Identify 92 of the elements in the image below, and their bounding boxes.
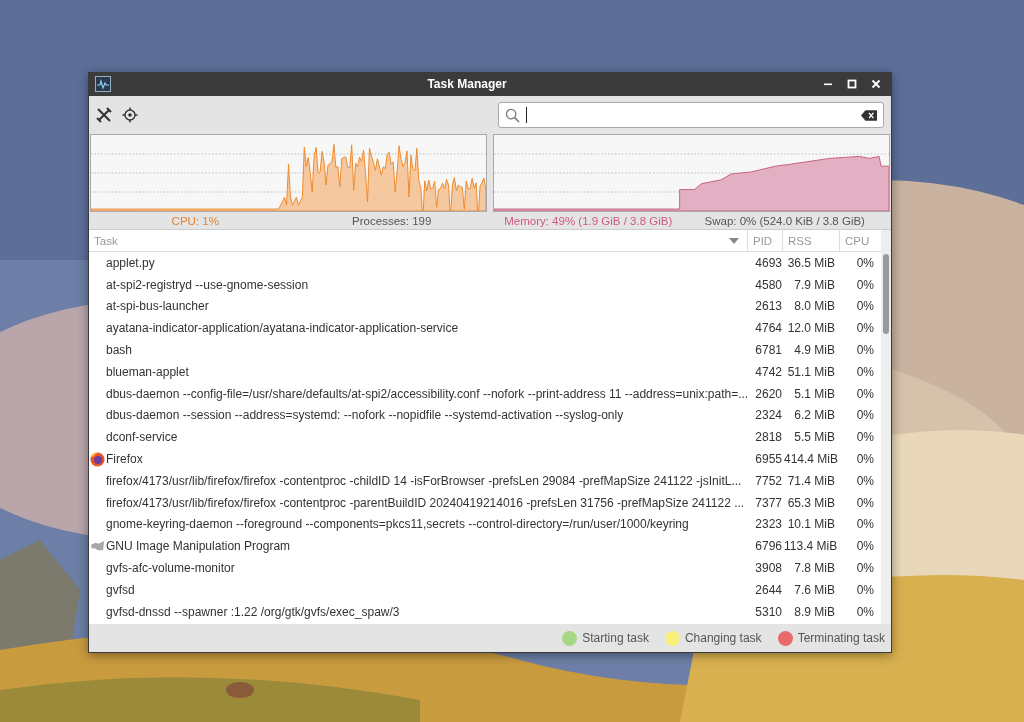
rss-cell-text: 5.5 MiB xyxy=(793,430,836,445)
maximize-icon[interactable] xyxy=(847,79,857,89)
cpu-cell-text: 0% xyxy=(855,255,875,270)
task-name: applet.py xyxy=(106,255,156,270)
pid-cell-text: 7752 xyxy=(754,473,783,488)
globe-icon xyxy=(90,451,105,467)
memory-usage: Memory: 49% (1.9 GiB / 3.8 GiB) xyxy=(503,214,674,227)
task-name: blueman-applet xyxy=(106,364,190,379)
cpu-cell-text: 0% xyxy=(855,386,875,401)
search-icon xyxy=(505,107,520,123)
task-name: Firefox xyxy=(106,452,144,467)
rss-cell-text: 8.9 MiB xyxy=(793,604,836,619)
task-name: firefox/4173/usr/lib/firefox/firefox -contentproc -childID 14 -isForBrowser -prefsLen 29084 -prefMapSize 241122 -jsInitL... xyxy=(106,473,743,488)
pid-cell-text: 2324 xyxy=(754,408,783,423)
task-name: GNU Image Manipulation Program xyxy=(106,539,292,554)
cpu-usage: CPU: 1% xyxy=(170,214,220,227)
rss-cell-text: 12.0 MiB xyxy=(786,321,836,336)
cpu-cell-text: 0% xyxy=(855,321,875,336)
rss-cell-text: 51.1 MiB xyxy=(786,364,836,379)
scrollbar-thumb[interactable] xyxy=(883,254,889,334)
task-name: gvfsd xyxy=(106,582,136,597)
rss-cell-text: 113.4 MiB xyxy=(784,539,839,554)
column-header[interactable]: Task xyxy=(89,230,729,251)
task-name: gvfs-afc-volume-monitor xyxy=(106,561,236,576)
cpu-cell-text: 0% xyxy=(855,473,875,488)
clear-icon[interactable] xyxy=(861,109,877,121)
settings-icon[interactable] xyxy=(96,107,112,123)
close-icon[interactable] xyxy=(871,79,881,89)
task-name: at-spi-bus-launcher xyxy=(106,299,210,314)
rss-cell-text: 7.9 MiB xyxy=(793,277,836,292)
pid-cell-text: 2620 xyxy=(754,386,783,401)
pid-cell-text: 2644 xyxy=(754,582,783,597)
pid-cell-text: 6781 xyxy=(754,343,783,358)
cpu-cell-text: 0% xyxy=(855,495,875,510)
cpu-cell-text: 0% xyxy=(855,408,875,423)
rss-cell-text: 71.4 MiB xyxy=(786,473,836,488)
search-field[interactable] xyxy=(498,102,884,128)
task-name: gnome-keyring-daemon --foreground --components=pkcs11,secrets --control-directory=/run/user/1000/keyring xyxy=(106,517,690,532)
pid-cell-text: 7377 xyxy=(754,495,783,510)
cpu-cell-text: 0% xyxy=(855,277,875,292)
pid-cell-text: 4764 xyxy=(754,321,783,336)
rss-cell-text: 10.1 MiB xyxy=(786,517,836,532)
task-name: dbus-daemon --session --address=systemd: --nofork --nopidfile --systemd-activation --syslog-only xyxy=(106,408,625,423)
cpu-cell-text: 0% xyxy=(855,582,875,597)
pid-cell-text: 5310 xyxy=(754,604,783,619)
task-name: ayatana-indicator-application/ayatana-indicator-application-service xyxy=(106,321,460,336)
task-name: at-spi2-registryd --use-gnome-session xyxy=(106,277,310,292)
pid-cell-text: 6955 xyxy=(754,452,783,467)
rss-cell-text: 6.2 MiB xyxy=(793,408,836,423)
scrollbar[interactable] xyxy=(881,230,891,624)
column-header[interactable]: PID xyxy=(747,230,782,251)
pid-cell-text: 2818 xyxy=(754,430,783,445)
column-header[interactable]: RSS xyxy=(782,230,839,251)
sort-icon[interactable] xyxy=(729,237,739,244)
pid-cell-text: 4693 xyxy=(754,255,783,270)
rss-cell-text: 4.9 MiB xyxy=(793,343,836,358)
task-name: dconf-service xyxy=(106,430,179,445)
cpu-cell-text: 0% xyxy=(855,364,875,379)
cpu-cell-text: 0% xyxy=(855,604,875,619)
legend-label: Starting task xyxy=(582,631,649,645)
cpu-cell-text: 0% xyxy=(855,430,875,445)
task-name: dbus-daemon --config-file=/usr/share/defaults/at-spi2/accessibility.conf --nofork --print-address 11 --address=unix:path=... xyxy=(106,386,749,401)
cpu-cell-text: 0% xyxy=(855,343,875,358)
rss-cell-text: 5.1 MiB xyxy=(793,386,836,401)
legend-label: Changing task xyxy=(684,631,762,645)
task-name: firefox/4173/usr/lib/firefox/firefox -contentproc -parentBuildID 20240419214016 -prefsLen 31756 -prefMapSize 241122 ... xyxy=(106,495,746,510)
cpu-cell-text: 0% xyxy=(855,517,875,532)
pid-cell-text: 2613 xyxy=(754,299,783,314)
rss-cell-text: 7.6 MiB xyxy=(793,582,836,597)
cpu-cell-text: 0% xyxy=(855,561,875,576)
cpu-cell-text: 0% xyxy=(855,299,875,314)
pid-cell-text: 3908 xyxy=(754,561,783,576)
pid-cell-text: 2323 xyxy=(754,517,783,532)
pid-cell-text: 6796 xyxy=(754,539,783,554)
task-name: bash xyxy=(106,343,134,358)
window-title: Task Manager xyxy=(426,77,508,91)
column-header[interactable]: CPU xyxy=(839,230,874,251)
process-count: Processes: 199 xyxy=(351,214,433,227)
rss-cell-text: 65.3 MiB xyxy=(786,495,836,510)
rss-cell-text: 414.4 MiB xyxy=(784,452,840,467)
rss-cell-text: 7.8 MiB xyxy=(793,561,836,576)
rss-cell-text: 8.0 MiB xyxy=(793,299,836,314)
crosshair-icon[interactable] xyxy=(122,107,138,123)
rss-cell-text: 36.5 MiB xyxy=(786,255,836,270)
app-icon xyxy=(95,76,111,92)
cpu-cell-text: 0% xyxy=(855,452,875,467)
pid-cell-text: 4742 xyxy=(754,364,783,379)
swap-usage: Swap: 0% (524.0 KiB / 3.8 GiB) xyxy=(703,214,866,227)
legend-label: Terminating task xyxy=(797,631,885,645)
cpu-cell-text: 0% xyxy=(855,539,875,554)
pid-cell-text: 4580 xyxy=(754,277,783,292)
task-name: gvfsd-dnssd --spawner :1.22 /org/gtk/gvfs/exec_spaw/3 xyxy=(106,604,401,619)
